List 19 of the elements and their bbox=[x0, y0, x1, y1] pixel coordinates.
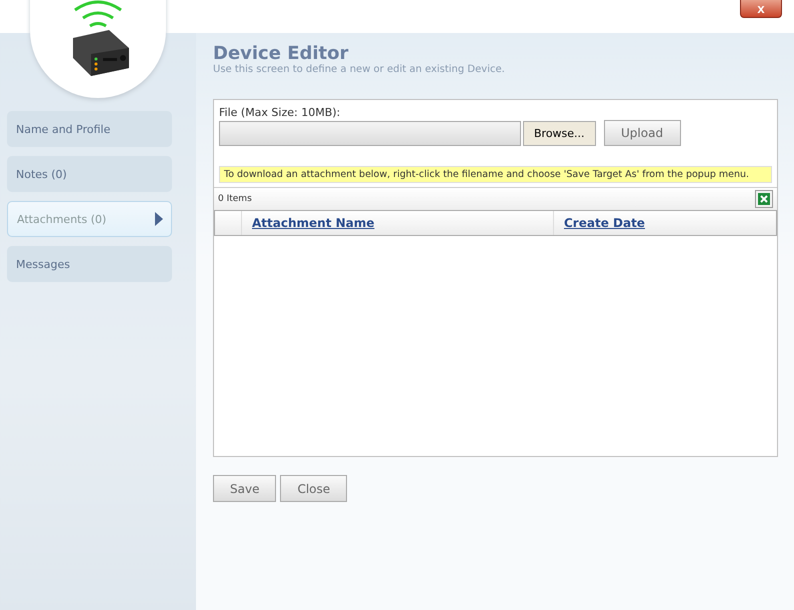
action-button[interactable]: Close bbox=[280, 475, 348, 502]
column-header[interactable]: Create Date bbox=[554, 211, 776, 235]
notice-text: To download an attachment below, right-click the filename and choose 'Save Target As' from the popup menu. bbox=[219, 166, 772, 183]
item-count: 0 Items bbox=[218, 194, 252, 204]
spreadsheet-icon[interactable] bbox=[755, 190, 773, 208]
action-button[interactable]: Save bbox=[213, 475, 276, 502]
triangle-icon bbox=[155, 212, 163, 226]
sidebar-item[interactable]: Messages bbox=[7, 246, 172, 282]
upload-button[interactable]: Upload bbox=[604, 120, 681, 146]
column-header[interactable]: Attachment Name bbox=[242, 211, 554, 235]
browse-button[interactable]: Browse... bbox=[523, 120, 596, 146]
sidebar-item[interactable]: Attachments (0) bbox=[7, 201, 172, 237]
page-title: Device Editor bbox=[213, 43, 350, 64]
sidebar-item[interactable]: Notes (0) bbox=[7, 156, 172, 192]
page-subtitle: Use this screen to define a new or edit an existing Device. bbox=[213, 64, 506, 75]
file-label: File (Max Size: 10MB): bbox=[218, 105, 342, 120]
file-field[interactable] bbox=[219, 120, 521, 146]
window-close-button[interactable]: x bbox=[740, 0, 782, 18]
sidebar-item[interactable]: Name and Profile bbox=[7, 111, 172, 147]
